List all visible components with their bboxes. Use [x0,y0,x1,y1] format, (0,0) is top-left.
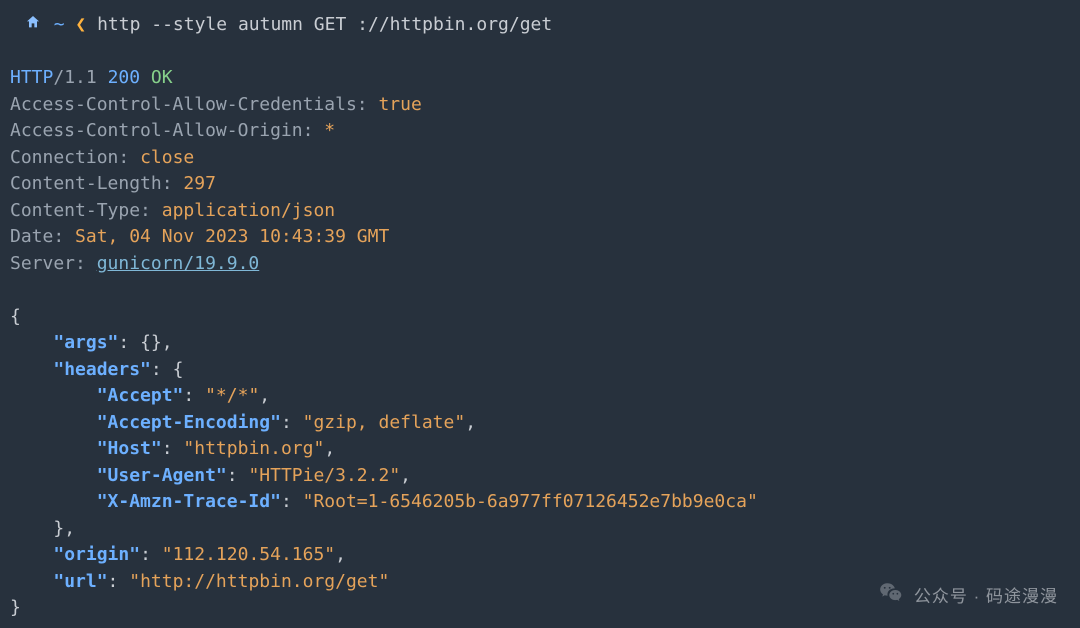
json-key: "url" [53,571,107,592]
json-value: "httpbin.org" [183,438,324,459]
json-value: "Root=1-6546205b-6a977ff07126452e7bb9e0c… [303,491,758,512]
json-key: "Host" [97,438,162,459]
header-value: gunicorn/19.9.0 [97,253,260,274]
terminal-window[interactable]: ~ ❮ http --style autumn GET ://httpbin.o… [0,0,1080,628]
json-key: "User-Agent" [97,465,227,486]
command-input[interactable]: http --style autumn GET ://httpbin.org/g… [97,14,552,35]
header-value: close [140,147,194,168]
json-key: "X-Amzn-Trace-Id" [97,491,281,512]
json-value: "http://httpbin.org/get" [129,571,389,592]
json-key: "headers" [53,359,151,380]
header-name: Connection: [10,147,129,168]
json-headers-block: "Accept": "*/*", "Accept-Encoding": "gzi… [10,385,758,512]
json-value: {} [140,332,162,353]
response-headers: Access-Control-Allow-Credentials: true A… [10,94,422,274]
header-value: Sat, 04 Nov 2023 10:43:39 GMT [75,226,389,247]
response-version: /1.1 [53,67,96,88]
status-code: 200 [108,67,141,88]
header-value: application/json [162,200,335,221]
json-value: "*/*" [205,385,259,406]
json-body: { [10,306,21,327]
header-name: Date: [10,226,64,247]
header-value: * [324,120,335,141]
header-name: Server: [10,253,86,274]
prompt-chevron: ❮ [75,14,86,35]
header-value: 297 [183,173,216,194]
response-protocol: HTTP [10,67,53,88]
json-key: "args" [53,332,118,353]
json-key: "origin" [53,544,140,565]
header-name: Content-Type: [10,200,151,221]
json-key: "Accept" [97,385,184,406]
json-value: "HTTPie/3.2.2" [248,465,400,486]
json-key: "Accept-Encoding" [97,412,281,433]
home-icon [25,14,41,35]
header-name: Access-Control-Allow-Credentials: [10,94,368,115]
header-name: Content-Length: [10,173,173,194]
json-value: "gzip, deflate" [303,412,466,433]
header-value: true [378,94,421,115]
header-name: Access-Control-Allow-Origin: [10,120,313,141]
prompt-cwd: ~ [54,14,65,35]
json-value: "112.120.54.165" [162,544,335,565]
status-text: OK [151,67,173,88]
